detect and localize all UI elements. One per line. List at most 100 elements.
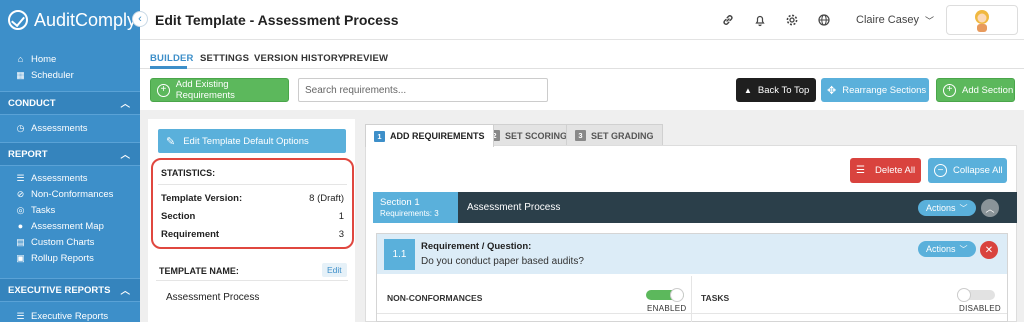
chevron-up-icon: ︿ (120, 99, 130, 110)
edit-template-name-button[interactable]: Edit (322, 263, 347, 277)
user-name: Claire Casey (856, 14, 919, 26)
bell-icon[interactable] (744, 0, 776, 40)
step-number: 3 (575, 130, 586, 141)
tab-builder[interactable]: BUILDER (150, 53, 194, 64)
page-tabs: BUILDER SETTINGS VERSION HISTORY PREVIEW (140, 40, 1024, 69)
sidebar-item-label: Assessments (31, 122, 88, 134)
tab-preview[interactable]: PREVIEW (343, 53, 388, 64)
sidebar-item-label: Assessments (31, 172, 88, 184)
link-icon[interactable] (712, 0, 744, 40)
non-conformances-label: NON-CONFORMANCES (387, 293, 483, 303)
section-requirement-count: Requirements: 3 (380, 209, 439, 218)
target-icon: ◎ (16, 204, 25, 215)
chevron-down-icon: ﹀ (924, 15, 934, 26)
search-requirements-input[interactable] (298, 78, 548, 102)
tab-settings[interactable]: SETTINGS (200, 53, 249, 64)
pencil-icon: ✎ (166, 135, 176, 148)
step-label: ADD REQUIREMENTS (390, 131, 485, 141)
chevron-down-icon: ﹀ (959, 244, 968, 254)
stat-label: Section (161, 211, 196, 222)
stat-row: Requirement 3 (161, 229, 344, 240)
avatar[interactable] (946, 5, 1018, 35)
button-label: Actions (926, 203, 956, 213)
sidebar-item-executive-reports[interactable]: ☰ Executive Reports (0, 308, 140, 322)
sidebar-item-non-conformances[interactable]: ⊘ Non-Conformances (0, 186, 140, 202)
plus-icon: + (943, 83, 956, 97)
requirement-number: 1.1 (384, 239, 415, 270)
image-icon: ▣ (16, 252, 25, 263)
sidebar-item-label: Rollup Reports (31, 252, 94, 264)
step-tab-add-requirements[interactable]: 1 ADD REQUIREMENTS (365, 124, 494, 147)
non-conformances-state: ENABLED (647, 304, 687, 313)
sidebar-item-assessment-map[interactable]: ● Assessment Map (0, 218, 140, 234)
sidebar-item-label: Home (31, 53, 57, 65)
sidebar-item-label: Tasks (31, 204, 56, 216)
gear-icon[interactable] (776, 0, 808, 40)
requirement-header: 1.1 Requirement / Question: Do you condu… (377, 234, 1007, 274)
page-title: Edit Template - Assessment Process (155, 12, 399, 28)
section-actions-button[interactable]: Actions ﹀ (918, 200, 976, 216)
home-icon: ⌂ (17, 54, 24, 64)
brand-name: AuditComply (34, 9, 137, 30)
check-circle-icon (8, 10, 28, 30)
stat-value: 8 (Draft) (309, 193, 344, 204)
top-bar: Edit Template - Assessment Process Clair… (140, 0, 1024, 40)
collapse-section-button[interactable]: ︿ (981, 199, 999, 217)
chart-icon: ▤ (16, 236, 25, 247)
sidebar-item-scheduler[interactable]: ▦ Scheduler (0, 67, 140, 83)
user-menu[interactable]: Claire Casey ﹀ (856, 14, 934, 27)
non-conformances-toggle[interactable] (646, 288, 684, 302)
chevron-left-icon: ‹ (138, 13, 142, 25)
sidebar-section-executive-reports[interactable]: EXECUTIVE REPORTS ︿ (0, 278, 140, 302)
button-label: Collapse All (953, 165, 1003, 176)
stat-value: 3 (338, 229, 344, 240)
sidebar-item-rollup-reports[interactable]: ▣ Rollup Reports (0, 250, 140, 266)
statistics-box: STATISTICS: Template Version: 8 (Draft) … (151, 158, 354, 249)
caret-up-icon: ▲ (744, 85, 752, 95)
list-icon: ☰ (856, 165, 865, 176)
calendar-icon: ▦ (16, 69, 25, 80)
sidebar-section-title: EXECUTIVE REPORTS (8, 284, 111, 296)
sidebar-section-conduct[interactable]: CONDUCT ︿ (0, 91, 140, 115)
list-icon: ☰ (16, 172, 25, 183)
sidebar-item-home[interactable]: ⌂ Home (0, 51, 140, 67)
requirement-question[interactable]: Do you conduct paper based audits? (421, 256, 584, 267)
sidebar-item-label: Custom Charts (31, 236, 95, 248)
tab-version-history[interactable]: VERSION HISTORY (254, 53, 344, 64)
stat-label: Template Version: (161, 193, 243, 204)
sidebar-item-report-assessments[interactable]: ☰ Assessments (0, 170, 140, 186)
stat-row: Section 1 (161, 211, 344, 222)
section-header[interactable]: Section 1 Requirements: 3 Assessment Pro… (373, 192, 1017, 223)
step-tab-set-grading[interactable]: 3 SET GRADING (566, 124, 663, 146)
add-existing-requirements-button[interactable]: + Add Existing Requirements (150, 78, 289, 102)
sidebar-item-tasks[interactable]: ◎ Tasks (0, 202, 140, 218)
sidebar-item-label: Scheduler (31, 69, 74, 81)
sidebar-item-conduct-assessments[interactable]: ◷ Assessments (0, 120, 140, 136)
globe-icon[interactable] (808, 0, 840, 40)
add-section-button[interactable]: + Add Section (936, 78, 1015, 102)
chevron-up-icon: ︿ (120, 286, 130, 297)
chevron-up-icon: ︿ (985, 203, 995, 214)
section-label: Section 1 Requirements: 3 (373, 192, 458, 223)
tasks-toggle[interactable] (957, 288, 995, 302)
step-tab-set-scoring[interactable]: 2 SET SCORING (480, 124, 577, 146)
delete-all-button[interactable]: ☰ Delete All (850, 158, 921, 183)
stat-row: Template Version: 8 (Draft) (161, 193, 344, 204)
rearrange-sections-button[interactable]: ✥ Rearrange Sections (821, 78, 929, 102)
brand-logo[interactable]: AuditComply (0, 0, 140, 40)
sidebar-section-title: REPORT (8, 148, 48, 160)
list-icon: ☰ (16, 310, 25, 321)
sidebar-item-custom-charts[interactable]: ▤ Custom Charts (0, 234, 140, 250)
button-label: Rearrange Sections (842, 84, 927, 96)
edit-template-default-options-button[interactable]: ✎ Edit Template Default Options (158, 129, 346, 153)
back-to-top-button[interactable]: ▲ Back To Top (736, 78, 816, 102)
requirement-actions-button[interactable]: Actions ﹀ (918, 241, 976, 257)
sidebar-collapse-button[interactable]: ‹ (132, 11, 148, 27)
section-number: Section 1 (380, 197, 420, 208)
requirement-title: Requirement / Question: (421, 241, 532, 252)
sidebar-section-report[interactable]: REPORT ︿ (0, 142, 140, 166)
collapse-all-button[interactable]: − Collapse All (928, 158, 1007, 183)
button-label: Edit Template Default Options (183, 135, 309, 147)
delete-requirement-button[interactable]: ✕ (980, 241, 998, 259)
tasks-label: TASKS (701, 293, 730, 303)
